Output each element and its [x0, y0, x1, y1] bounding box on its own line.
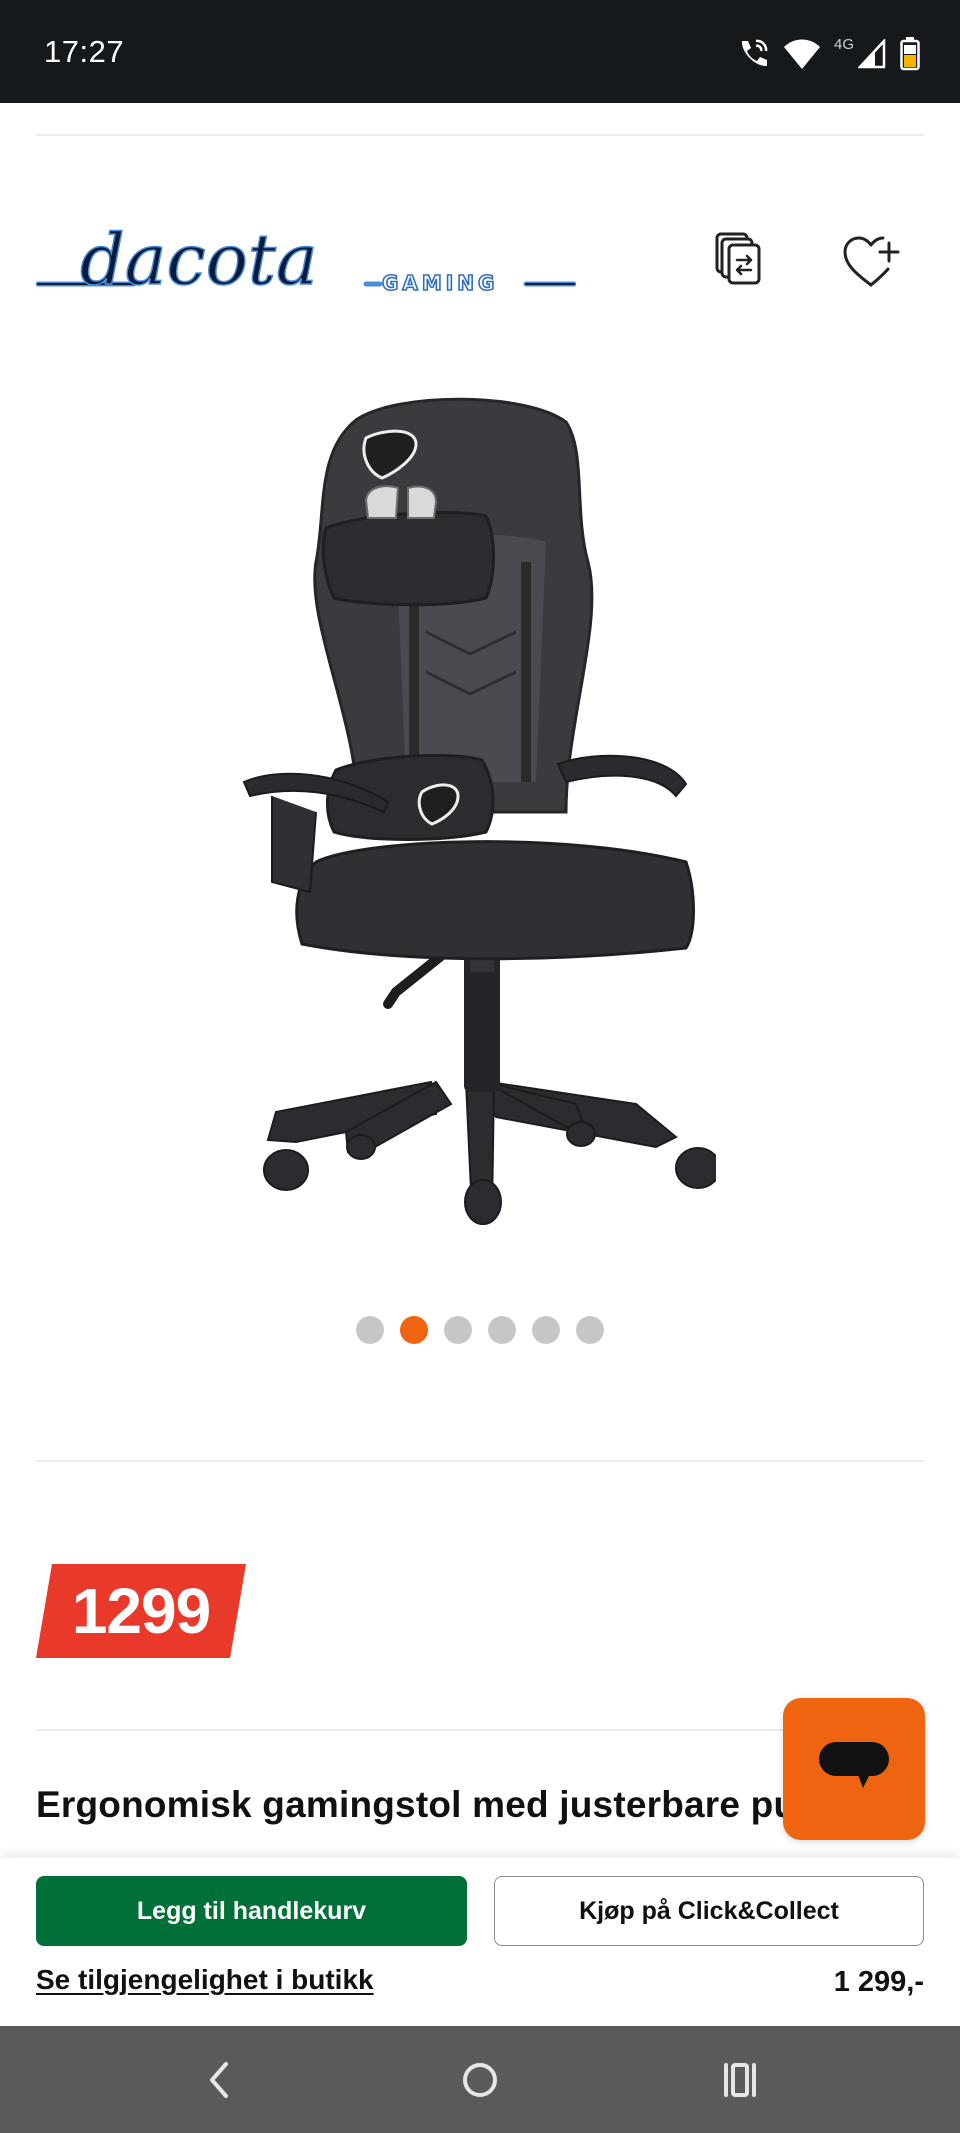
wifi-icon	[783, 39, 820, 69]
home-button[interactable]	[450, 2050, 510, 2110]
brand-wordmark: dacota	[80, 222, 318, 301]
wishlist-button[interactable]	[831, 221, 911, 301]
home-icon	[463, 2063, 497, 2097]
carousel-dot-active[interactable]	[400, 1316, 428, 1344]
carousel-dots	[0, 1316, 960, 1344]
recent-apps-icon	[724, 2063, 756, 2097]
carousel-dot[interactable]	[576, 1316, 604, 1344]
wifi-calling-icon	[741, 39, 768, 67]
carousel-dot[interactable]	[532, 1316, 560, 1344]
image-divider	[36, 1460, 924, 1462]
gaming-chair-image[interactable]	[236, 392, 716, 1232]
status-time: 17:27	[44, 34, 125, 69]
status-icons: 4G	[736, 36, 920, 72]
back-button[interactable]	[190, 2050, 250, 2110]
availability-link[interactable]: Se tilgjengelighet i butikk	[36, 1964, 374, 1996]
chat-bubble-icon	[819, 1742, 889, 1788]
heart-plus-icon	[843, 236, 900, 287]
price-value: 1299	[71, 1575, 211, 1647]
carousel-dot[interactable]	[356, 1316, 384, 1344]
system-nav-bar	[0, 2026, 960, 2133]
compare-button[interactable]	[700, 221, 780, 301]
brand-logo[interactable]: dacota GAMING	[36, 222, 576, 302]
add-to-cart-button[interactable]: Legg til handlekurv	[36, 1876, 467, 1946]
bottom-price: 1 299,-	[833, 1966, 924, 1998]
status-bar: 17:27 4G	[0, 0, 960, 103]
compare-icon	[715, 232, 761, 285]
product-title: Ergonomisk gamingstol med justerbare put…	[36, 1784, 796, 1825]
brand-subtitle: GAMING	[382, 271, 498, 295]
click-collect-button[interactable]: Kjøp på Click&Collect	[494, 1876, 924, 1946]
battery-icon	[900, 37, 920, 71]
carousel-dot[interactable]	[488, 1316, 516, 1344]
recent-apps-button[interactable]	[710, 2050, 770, 2110]
price-tag: 1299	[36, 1564, 246, 1658]
back-icon	[210, 2062, 228, 2098]
action-bar: Legg til handlekurv Kjøp på Click&Collec…	[0, 1858, 960, 2026]
chat-button[interactable]	[783, 1698, 925, 1840]
signal-icon	[858, 39, 886, 69]
carousel-dot[interactable]	[444, 1316, 472, 1344]
network-type: 4G	[833, 35, 854, 53]
top-divider	[36, 134, 924, 136]
